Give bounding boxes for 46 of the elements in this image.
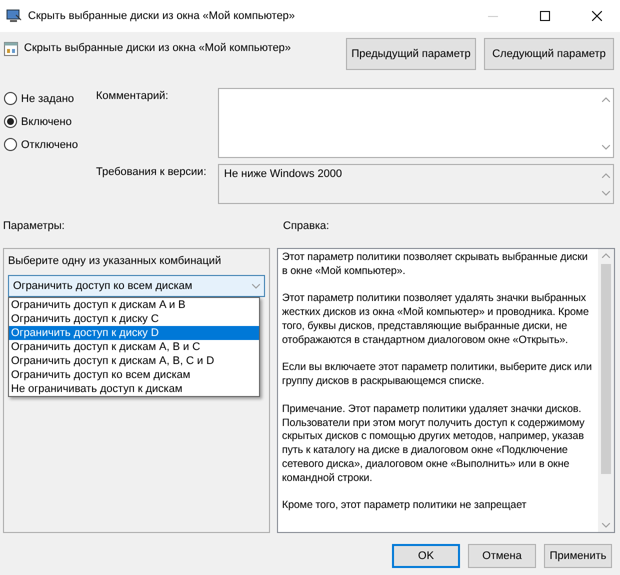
drives-dropdown[interactable]: Ограничить доступ ко всем дискам [8, 275, 265, 297]
scroll-up-icon [602, 253, 610, 258]
radio-button[interactable] [4, 115, 17, 128]
help-label: Справка: [283, 220, 330, 232]
nav-button[interactable]: Следующий параметр [484, 38, 614, 70]
radio-label: Включено [21, 116, 72, 128]
dialog-button[interactable]: Применить [544, 544, 612, 568]
comment-field[interactable] [218, 88, 614, 158]
window-title: Скрыть выбранные диски из окна «Мой компьютер» [28, 10, 296, 22]
close-icon[interactable] [592, 11, 602, 21]
dialog-button[interactable]: Отмена [468, 544, 536, 568]
dropdown-option[interactable]: Ограничить доступ к дискам A, B, C и D [9, 354, 259, 368]
dropdown-option[interactable]: Ограничить доступ к диску D [9, 326, 259, 340]
scroll-up-icon [602, 173, 610, 178]
help-paragraph: Примечание. Этот параметр политики удаляет значки дисков. Пользователи при этом могут получить доступ к содержимому скрытых дисков с помощью других методов, например, указав путь к каталогу на диске в диалоговом окне «Подключение сетевого диска», диалоговом окне «Выполнить» или в окне командной строки. [282, 402, 586, 486]
requirements-field: Не ниже Windows 2000 [218, 164, 614, 204]
help-paragraph: Этот параметр политики позволяет скрывать выбранные диски в окне «Мой компьютер». [282, 251, 589, 279]
dropdown-option[interactable]: Не ограничивать доступ к дискам [9, 382, 259, 396]
options-prompt: Выберите одну из указанных комбинаций [8, 255, 222, 267]
nav-button[interactable]: Предыдущий параметр [346, 38, 476, 70]
radio-label: Отключено [21, 138, 78, 150]
dropdown-option[interactable]: Ограничить доступ ко всем дискам [9, 368, 259, 382]
comment-label: Комментарий: [96, 89, 170, 104]
help-paragraph: Кроме того, этот параметр политики не запрещает [282, 499, 528, 514]
dropdown-option[interactable]: Ограничить доступ к диску C [9, 312, 259, 326]
policy-name: Скрыть выбранные диски из окна «Мой компьютер» [24, 42, 291, 54]
scroll-up-icon [602, 97, 610, 102]
dropdown-option[interactable]: Ограничить доступ к дискам A и B [9, 298, 259, 312]
help-paragraph: Если вы включаете этот параметр политики, выберите диск или группу дисков в раскрывающемся списке. [282, 361, 593, 389]
radio-label: Не задано [21, 92, 74, 104]
options-label: Параметры: [3, 220, 65, 232]
dropdown-option[interactable]: Ограничить доступ к дискам A, B и C [9, 340, 259, 354]
scroll-down-icon [602, 145, 610, 150]
scrollbar[interactable] [598, 249, 614, 532]
radio-button[interactable] [4, 138, 17, 151]
radio-button[interactable] [4, 92, 17, 105]
help-paragraph: Этот параметр политики позволяет удалять значки выбранных жестких дисков из окна «Мой компьютер» и проводника. Кроме того, буквы дисков, представляющие выбранные диски, не отображаются в стандартном диалоговом окне «Открыть». [282, 292, 590, 348]
settings-window-icon [4, 42, 18, 56]
policy-icon [6, 9, 22, 23]
chevron-down-icon [252, 284, 260, 288]
requirements-label: Требования к версии: [96, 165, 208, 180]
maximize-icon[interactable] [540, 11, 550, 21]
scroll-down-icon [602, 523, 610, 528]
dialog-button[interactable]: OK [392, 544, 460, 568]
scroll-down-icon [602, 191, 610, 196]
scroll-thumb[interactable] [601, 264, 611, 474]
